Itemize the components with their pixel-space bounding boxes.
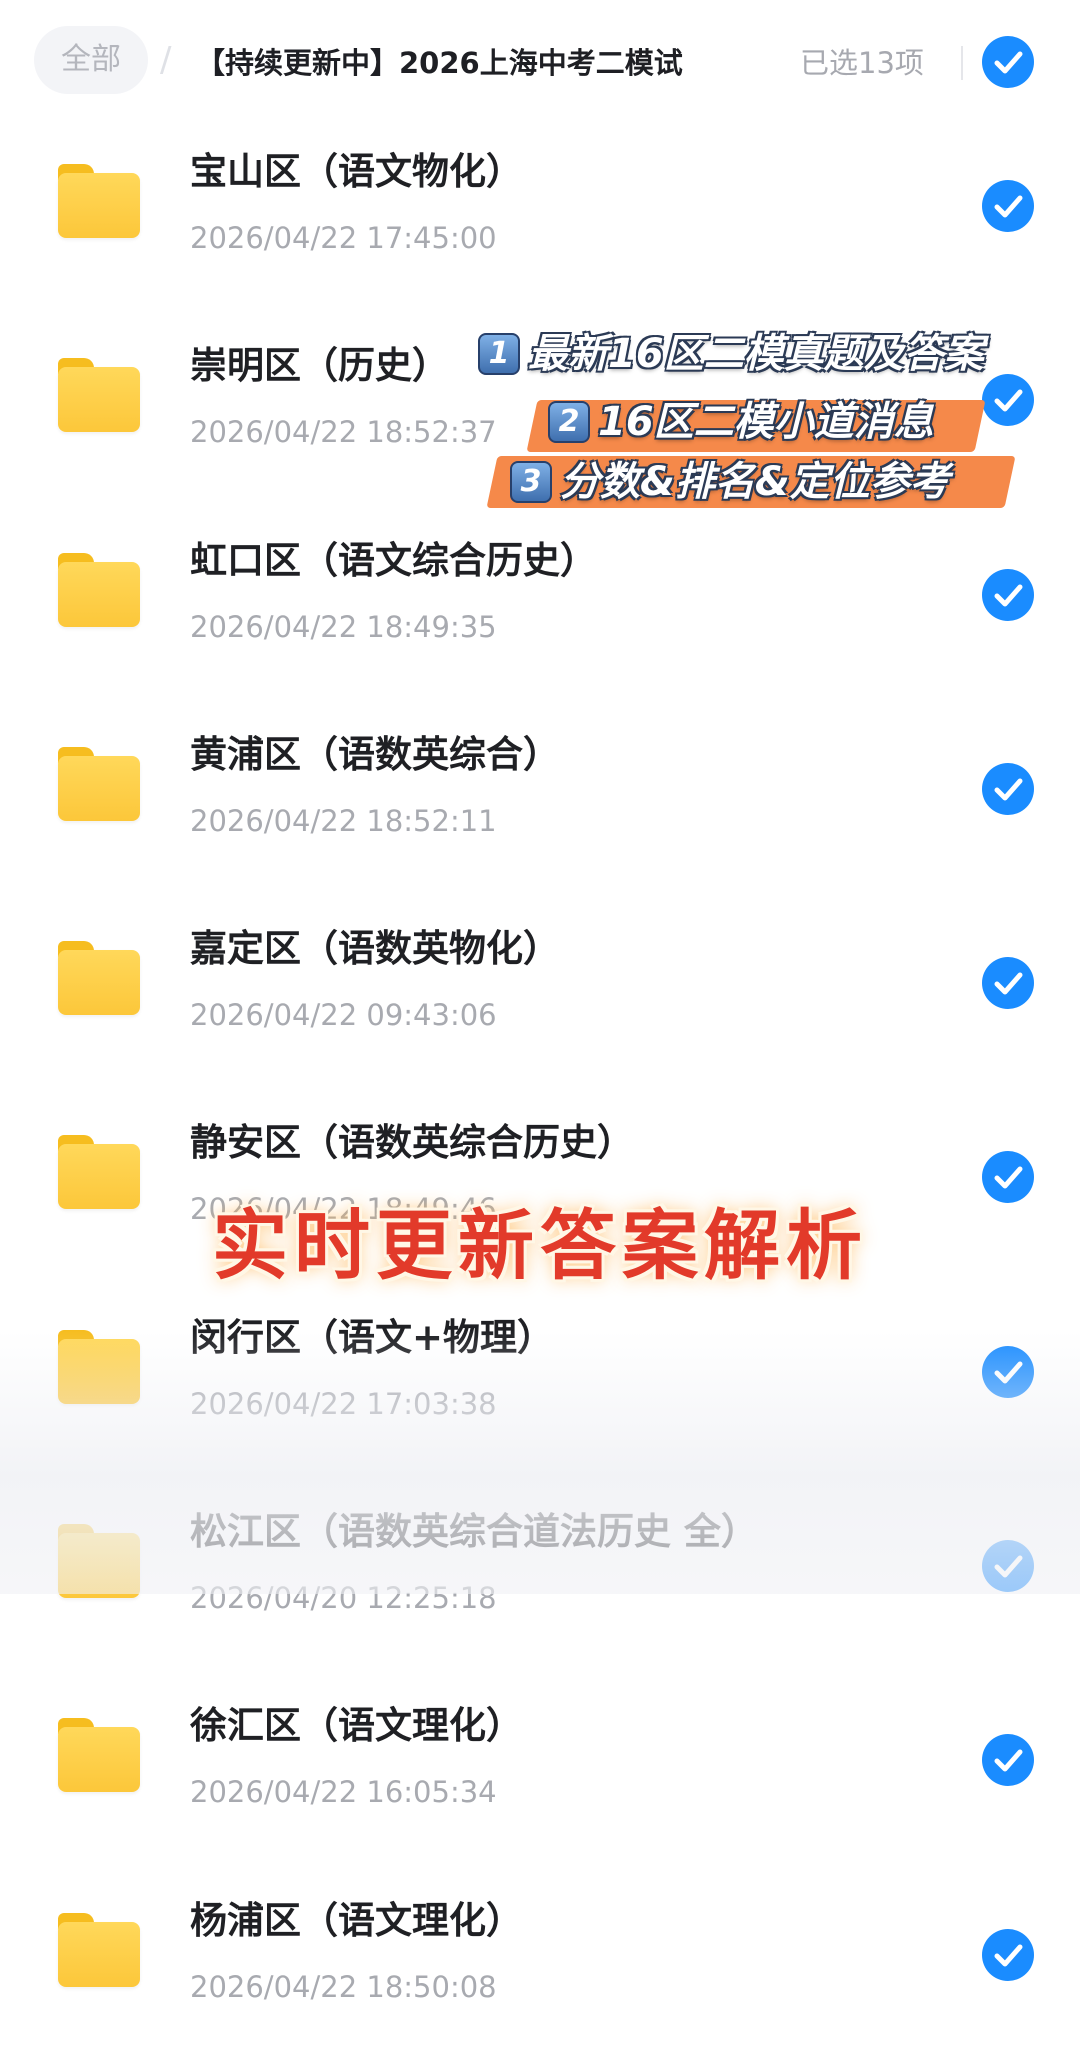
folder-name: 松江区（语数英综合道法历史 全）: [190, 1510, 758, 1554]
check-circle-icon[interactable]: [982, 1540, 1034, 1593]
promo-line-1: 1 最新16区二模真题及答案: [478, 326, 984, 382]
check-circle-icon[interactable]: [982, 957, 1034, 1010]
folder-icon: [58, 1718, 140, 1793]
folder-name: 嘉定区（语数英物化）: [190, 927, 560, 971]
folder-modified-time: 2026/04/20 12:25:18: [190, 1581, 497, 1616]
promo-line-text: 最新16区二模真题及答案: [528, 331, 984, 377]
check-circle-icon[interactable]: [982, 568, 1034, 621]
folder-icon: [58, 746, 140, 821]
folder-modified-time: 2026/04/22 17:03:38: [190, 1386, 497, 1421]
file-picker-screen: 全部 / 【持续更新中】2026上海中考二模试 已选13项 宝山区（语文物化） …: [0, 0, 1080, 2048]
breadcrumb-separator: /: [160, 40, 172, 80]
folder-name: 杨浦区（语文理化）: [190, 1898, 523, 1942]
folder-row[interactable]: 黄浦区（语数英综合） 2026/04/22 18:52:11: [0, 697, 1080, 891]
folder-name: 黄浦区（语数英综合）: [190, 732, 560, 776]
folder-name: 闵行区（语文+物理）: [190, 1315, 555, 1359]
check-circle-icon[interactable]: [982, 762, 1034, 815]
promo-overlay: 1 最新16区二模真题及答案 2 16区二模小道消息 3 分数&排名&定位参考: [470, 322, 1070, 512]
folder-modified-time: 2026/04/22 09:43:06: [190, 998, 497, 1033]
folder-row[interactable]: 虹口区（语文综合历史） 2026/04/22 18:49:35: [0, 503, 1080, 697]
promo-number-badge: 3: [510, 461, 552, 503]
folder-modified-time: 2026/04/22 18:49:35: [190, 609, 497, 644]
folder-icon: [58, 1912, 140, 1987]
folder-row[interactable]: 闵行区（语文+物理） 2026/04/22 17:03:38: [0, 1280, 1080, 1474]
check-circle-icon[interactable]: [982, 1928, 1034, 1981]
check-circle-icon[interactable]: [982, 1345, 1034, 1398]
header-divider: [961, 46, 963, 80]
folder-icon: [58, 941, 140, 1016]
header-bar: 全部 / 【持续更新中】2026上海中考二模试 已选13项: [0, 0, 1080, 120]
folder-name: 静安区（语数英综合历史）: [190, 1121, 634, 1165]
folder-name: 虹口区（语文综合历史）: [190, 538, 597, 582]
select-all-check-icon[interactable]: [982, 36, 1034, 88]
promo-number-badge: 1: [478, 333, 520, 375]
folder-row[interactable]: 杨浦区（语文理化） 2026/04/22 18:50:08: [0, 1863, 1080, 2048]
folder-name: 宝山区（语文物化）: [190, 150, 523, 193]
folder-modified-time: 2026/04/22 18:52:11: [190, 803, 497, 838]
folder-icon: [58, 358, 140, 433]
folder-row[interactable]: 松江区（语数英综合道法历史 全） 2026/04/20 12:25:18: [0, 1474, 1080, 1668]
folder-icon: [58, 552, 140, 627]
folder-row[interactable]: 宝山区（语文物化） 2026/04/22 17:45:00: [0, 114, 1080, 308]
folder-icon: [58, 1329, 140, 1404]
promo-line-text: 分数&排名&定位参考: [560, 459, 950, 505]
folder-modified-time: 2026/04/22 16:05:34: [190, 1775, 497, 1810]
promo-line-text: 16区二模小道消息: [598, 399, 934, 445]
folder-row[interactable]: 嘉定区（语数英物化） 2026/04/22 09:43:06: [0, 891, 1080, 1085]
selected-count-label: 已选13项: [800, 46, 924, 80]
breadcrumb-root[interactable]: 全部: [34, 26, 148, 94]
check-circle-icon[interactable]: [982, 180, 1034, 232]
promo-line-2: 2 16区二模小道消息: [548, 394, 934, 450]
folder-modified-time: 2026/04/22 18:52:37: [190, 415, 497, 450]
promo-banner: 实时更新答案解析: [212, 1201, 868, 1290]
folder-modified-time: 2026/04/22 17:45:00: [190, 221, 497, 255]
promo-number-badge: 2: [548, 401, 590, 443]
folder-icon: [58, 1524, 140, 1599]
folder-row[interactable]: 徐汇区（语文理化） 2026/04/22 16:05:34: [0, 1668, 1080, 1862]
check-circle-icon[interactable]: [982, 1734, 1034, 1787]
folder-icon: [58, 164, 140, 238]
promo-line-3: 3 分数&排名&定位参考: [510, 454, 950, 510]
breadcrumb-current-folder[interactable]: 【持续更新中】2026上海中考二模试: [196, 38, 704, 88]
folder-modified-time: 2026/04/22 18:50:08: [190, 1969, 497, 2004]
folder-name: 徐汇区（语文理化）: [190, 1704, 523, 1748]
